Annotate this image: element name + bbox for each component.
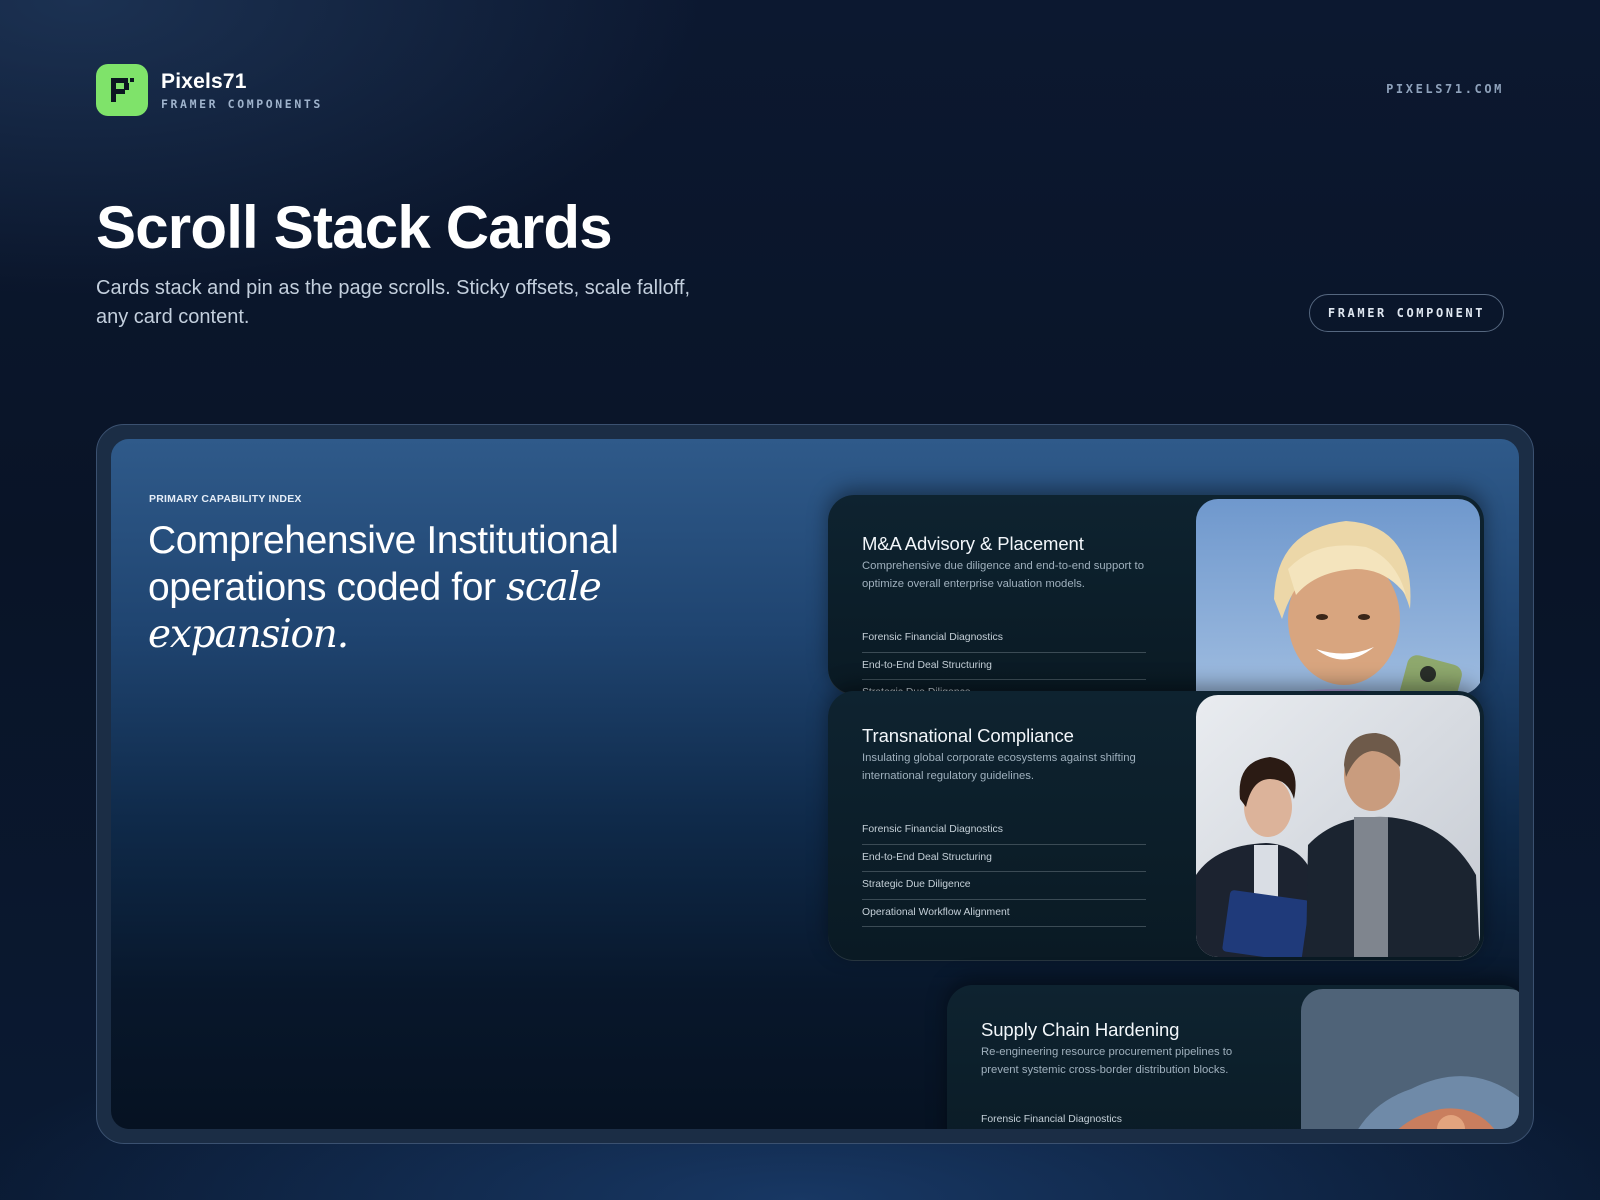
card-description: Insulating global corporate ecosystems a… (862, 752, 1136, 782)
demo-viewport[interactable]: PRIMARY CAPABILITY INDEX Comprehensive I… (111, 439, 1519, 1129)
list-item: Strategic Due Diligence (862, 872, 1146, 900)
stack-card-ma-advisory[interactable]: M&A Advisory & Placement Comprehensive d… (828, 495, 1484, 695)
two-professionals-portrait (1196, 695, 1480, 957)
card-description: Comprehensive due diligence and end-to-e… (862, 560, 1144, 590)
card-feature-list: Forensic Financial Diagnostics (981, 1107, 1265, 1129)
card-title: Transnational Compliance (862, 725, 1074, 746)
list-item: Forensic Financial Diagnostics (862, 625, 1146, 653)
list-item: Operational Workflow Alignment (862, 900, 1146, 927)
list-item: Forensic Financial Diagnostics (862, 817, 1146, 845)
card-description: Re-engineering resource procurement pipe… (981, 1046, 1233, 1076)
card-feature-list: Forensic Financial Diagnostics End-to-En… (862, 817, 1146, 927)
card-feature-list: Forensic Financial Diagnostics End-to-En… (862, 625, 1146, 695)
brand-name: Pixels71 (161, 69, 247, 93)
card-title: Supply Chain Hardening (981, 1019, 1180, 1040)
list-item: End-to-End Deal Structuring (862, 653, 1146, 680)
site-url-link[interactable]: PIXELS71.COM (1386, 82, 1504, 96)
smiling-person-portrait (1196, 499, 1480, 695)
page-title: Scroll Stack Cards (96, 194, 613, 261)
list-item: End-to-End Deal Structuring (862, 845, 1146, 872)
framer-component-badge[interactable]: FRAMER COMPONENT (1309, 294, 1504, 332)
stack-card-supply-chain[interactable]: Supply Chain Hardening Re-engineering re… (947, 985, 1519, 1129)
demo-heading-line2: operations coded for (148, 566, 496, 609)
brand[interactable]: Pixels71 FRAMER COMPONENTS (96, 64, 323, 116)
page-description: Cards stack and pin as the page scrolls.… (96, 277, 690, 328)
stack-card-transnational-compliance[interactable]: Transnational Compliance Insulating glob… (828, 691, 1484, 961)
demo-frame: PRIMARY CAPABILITY INDEX Comprehensive I… (96, 424, 1534, 1144)
mineral-rock (1301, 989, 1519, 1129)
brand-subtitle: FRAMER COMPONENTS (161, 96, 323, 111)
demo-heading-line1: Comprehensive Institutional (148, 519, 619, 562)
eyebrow-label: PRIMARY CAPABILITY INDEX (149, 493, 302, 505)
demo-heading: Comprehensive Institutional operations c… (148, 517, 788, 658)
card-title: M&A Advisory & Placement (862, 533, 1084, 554)
pixel-p-logo-icon (96, 64, 148, 116)
list-item: Forensic Financial Diagnostics (981, 1107, 1265, 1129)
